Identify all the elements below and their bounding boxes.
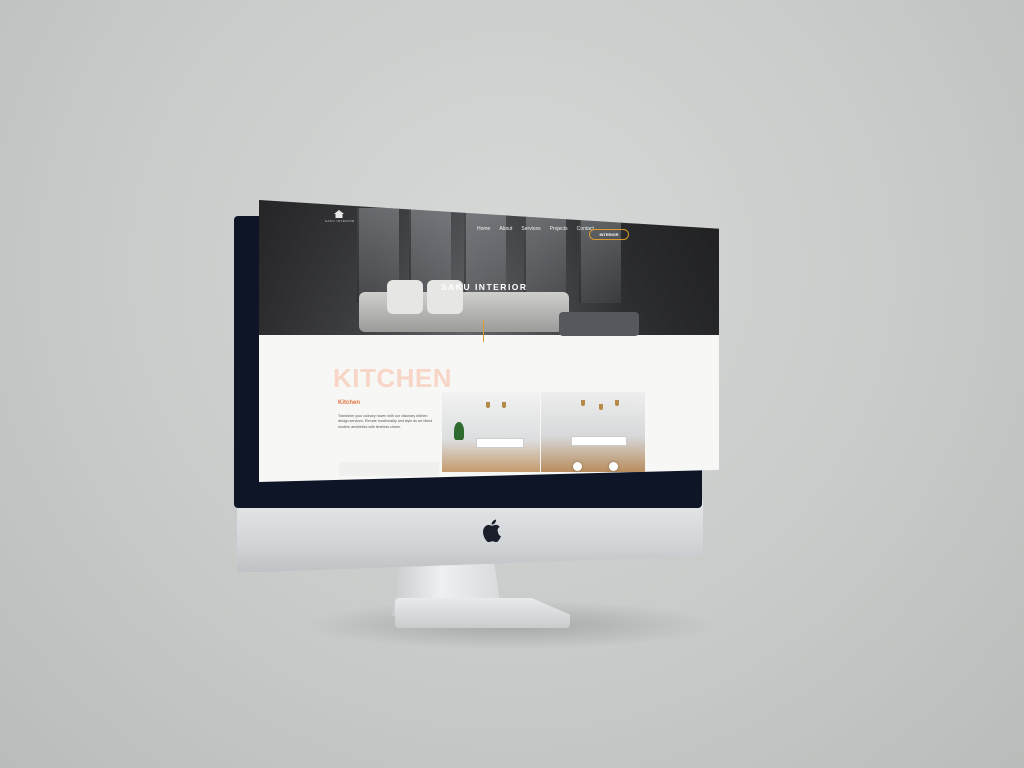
section-title: Kitchen xyxy=(338,400,361,406)
pendant-lamp xyxy=(615,400,619,406)
hero-armchair xyxy=(559,312,639,336)
section-watermark: KITCHEN xyxy=(333,363,453,393)
hero-window xyxy=(524,208,566,303)
section-description: Transform your culinary haven with our v… xyxy=(338,414,433,429)
pendant-lamp xyxy=(581,400,585,406)
kitchen-plant xyxy=(454,422,464,440)
nav-services[interactable]: Services xyxy=(521,226,540,232)
globe-light xyxy=(609,462,618,471)
house-logo-icon[interactable] xyxy=(334,210,344,218)
hero-title: SAKU INTERIOR xyxy=(441,282,528,292)
pendant-lamp xyxy=(502,402,506,408)
nav-home[interactable]: Home xyxy=(477,226,490,232)
kitchen-photo[interactable] xyxy=(442,392,540,472)
kitchen-island xyxy=(476,438,524,448)
hero-banner: SAKU INTERIOR Home About Services Projec… xyxy=(259,200,719,336)
globe-light xyxy=(573,462,582,471)
kitchen-island xyxy=(571,436,627,446)
interior-cta-button[interactable]: INTERIOR xyxy=(589,229,629,240)
nav-projects[interactable]: Projects xyxy=(550,226,568,232)
pendant-lamp xyxy=(599,404,603,410)
monitor-screen: SAKU INTERIOR Home About Services Projec… xyxy=(259,200,719,482)
hero-cushion xyxy=(387,280,423,314)
main-nav: Home About Services Projects Contact xyxy=(477,226,594,232)
nav-about[interactable]: About xyxy=(499,226,512,232)
section-bottom-strip xyxy=(339,462,439,476)
accent-divider xyxy=(483,320,484,342)
logo-text[interactable]: SAKU INTERIOR xyxy=(325,219,355,223)
kitchen-photo[interactable] xyxy=(541,392,645,472)
apple-logo-icon xyxy=(483,519,501,542)
monitor-chin xyxy=(237,500,703,572)
hero-window xyxy=(579,208,621,303)
pendant-lamp xyxy=(486,402,490,408)
